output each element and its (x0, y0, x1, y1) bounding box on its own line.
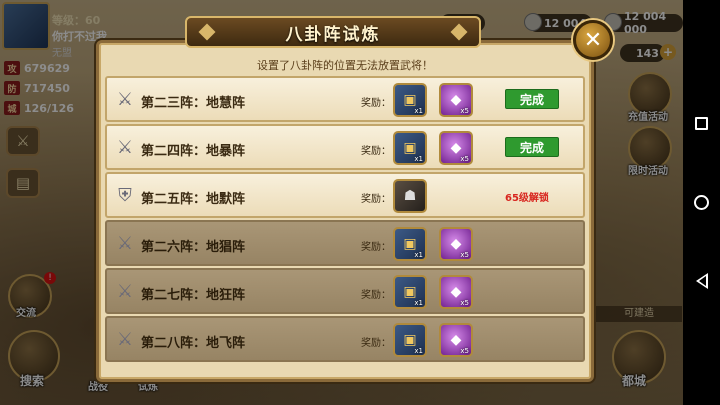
reward-label: 奖励： (361, 194, 391, 205)
reward-label: 奖励： (361, 242, 391, 253)
completed-button[interactable]: 完成 (505, 89, 559, 109)
reward-quantity: x1 (414, 251, 423, 259)
treasure-chest-icon[interactable]: ▣ x1 (393, 131, 427, 165)
back-icon[interactable] (696, 273, 708, 289)
completed-button[interactable]: 完成 (505, 137, 559, 157)
trial-list[interactable]: ⚔ 第二三阵：地慧阵 奖励： ▣ x1 ◆ x5 完成 ⚔ 第二四阵：地暴阵 奖励： ▣ x1 ◆ x5 完成… (105, 76, 585, 376)
purple-gem-icon[interactable]: ◆ x5 (439, 131, 473, 165)
purple-gem-icon[interactable]: ◆ x5 (439, 83, 473, 117)
reward-quantity: x5 (460, 107, 469, 115)
treasure-chest-icon[interactable]: ▣ x1 (393, 275, 427, 309)
reward-label: 奖励： (361, 98, 391, 109)
reward-quantity: x5 (460, 155, 469, 163)
purple-gem-icon[interactable]: ◆ x5 (439, 275, 473, 309)
helmet-swords-icon: ⛨ (118, 184, 132, 206)
unlock-requirement: 65级解锁 (505, 193, 549, 204)
dialog-title: 八卦阵试炼 (285, 24, 381, 45)
purple-gem-icon[interactable]: ◆ x5 (439, 227, 473, 261)
trial-row[interactable]: ⚔ 第二七阵：地狂阵 奖励： ▣ x1 ◆ x5 (105, 268, 585, 314)
reward-quantity: x1 (414, 347, 423, 355)
trial-row[interactable]: ⚔ 第二三阵：地慧阵 奖励： ▣ x1 ◆ x5 完成 (105, 76, 585, 122)
treasure-chest-icon[interactable]: ▣ x1 (393, 83, 427, 117)
system-nav-bar (683, 0, 720, 405)
reward-label: 奖励： (361, 338, 391, 349)
home-icon[interactable] (694, 195, 709, 210)
crossed-swords-icon: ⚔ (116, 232, 134, 254)
trial-name: 第二七阵：地狂阵 (141, 288, 246, 303)
crossed-swords-icon: ⚔ (116, 280, 134, 302)
dialog-title-plate: 八卦阵试炼 (185, 16, 481, 48)
trial-row[interactable]: ⛨ 第二五阵：地默阵 奖励： ☗ 65级解锁 (105, 172, 585, 218)
trial-name: 第二六阵：地猖阵 (141, 240, 246, 255)
crossed-swords-icon: ⚔ (116, 88, 134, 110)
reward-label: 奖励： (361, 146, 391, 157)
dialog-notice: 设置了八卦阵的位置无法放置武将！ (257, 59, 433, 72)
ornament-left-icon (198, 23, 216, 41)
reward-quantity: x1 (414, 107, 423, 115)
reward-quantity: x1 (414, 299, 423, 307)
crossed-swords-icon: ⚔ (116, 328, 134, 350)
reward-label: 奖励： (361, 290, 391, 301)
reward-quantity: x1 (414, 155, 423, 163)
purple-gem-icon[interactable]: ◆ x5 (439, 323, 473, 357)
trial-row[interactable]: ⚔ 第二八阵：地飞阵 奖励： ▣ x1 ◆ x5 (105, 316, 585, 362)
recent-apps-icon[interactable] (695, 117, 708, 130)
trial-row[interactable]: ⚔ 第二四阵：地暴阵 奖励： ▣ x1 ◆ x5 完成 (105, 124, 585, 170)
crossed-swords-icon: ⚔ (116, 136, 134, 158)
close-icon: ✕ (583, 27, 603, 53)
treasure-chest-icon[interactable]: ▣ x1 (393, 323, 427, 357)
trial-row[interactable]: ⚔ 第二六阵：地猖阵 奖励： ▣ x1 ◆ x5 (105, 220, 585, 266)
close-button[interactable]: ✕ (573, 20, 613, 60)
reward-quantity: x5 (460, 251, 469, 259)
treasure-chest-icon[interactable]: ▣ x1 (393, 227, 427, 261)
hero-portrait-icon[interactable]: ☗ (393, 179, 427, 213)
trial-name: 第二三阵：地慧阵 (141, 96, 246, 111)
trial-name: 第二八阵：地飞阵 (141, 336, 246, 351)
reward-quantity: x5 (460, 347, 469, 355)
trial-name: 第二四阵：地暴阵 (141, 144, 246, 159)
bagua-trial-dialog: 设置了八卦阵的位置无法放置武将！ ⚔ 第二三阵：地慧阵 奖励： ▣ x1 ◆ x5 完成 ⚔ 第二… (96, 40, 594, 382)
trial-name: 第二五阵：地默阵 (141, 192, 246, 207)
ornament-right-icon (450, 23, 468, 41)
reward-quantity: x5 (460, 299, 469, 307)
